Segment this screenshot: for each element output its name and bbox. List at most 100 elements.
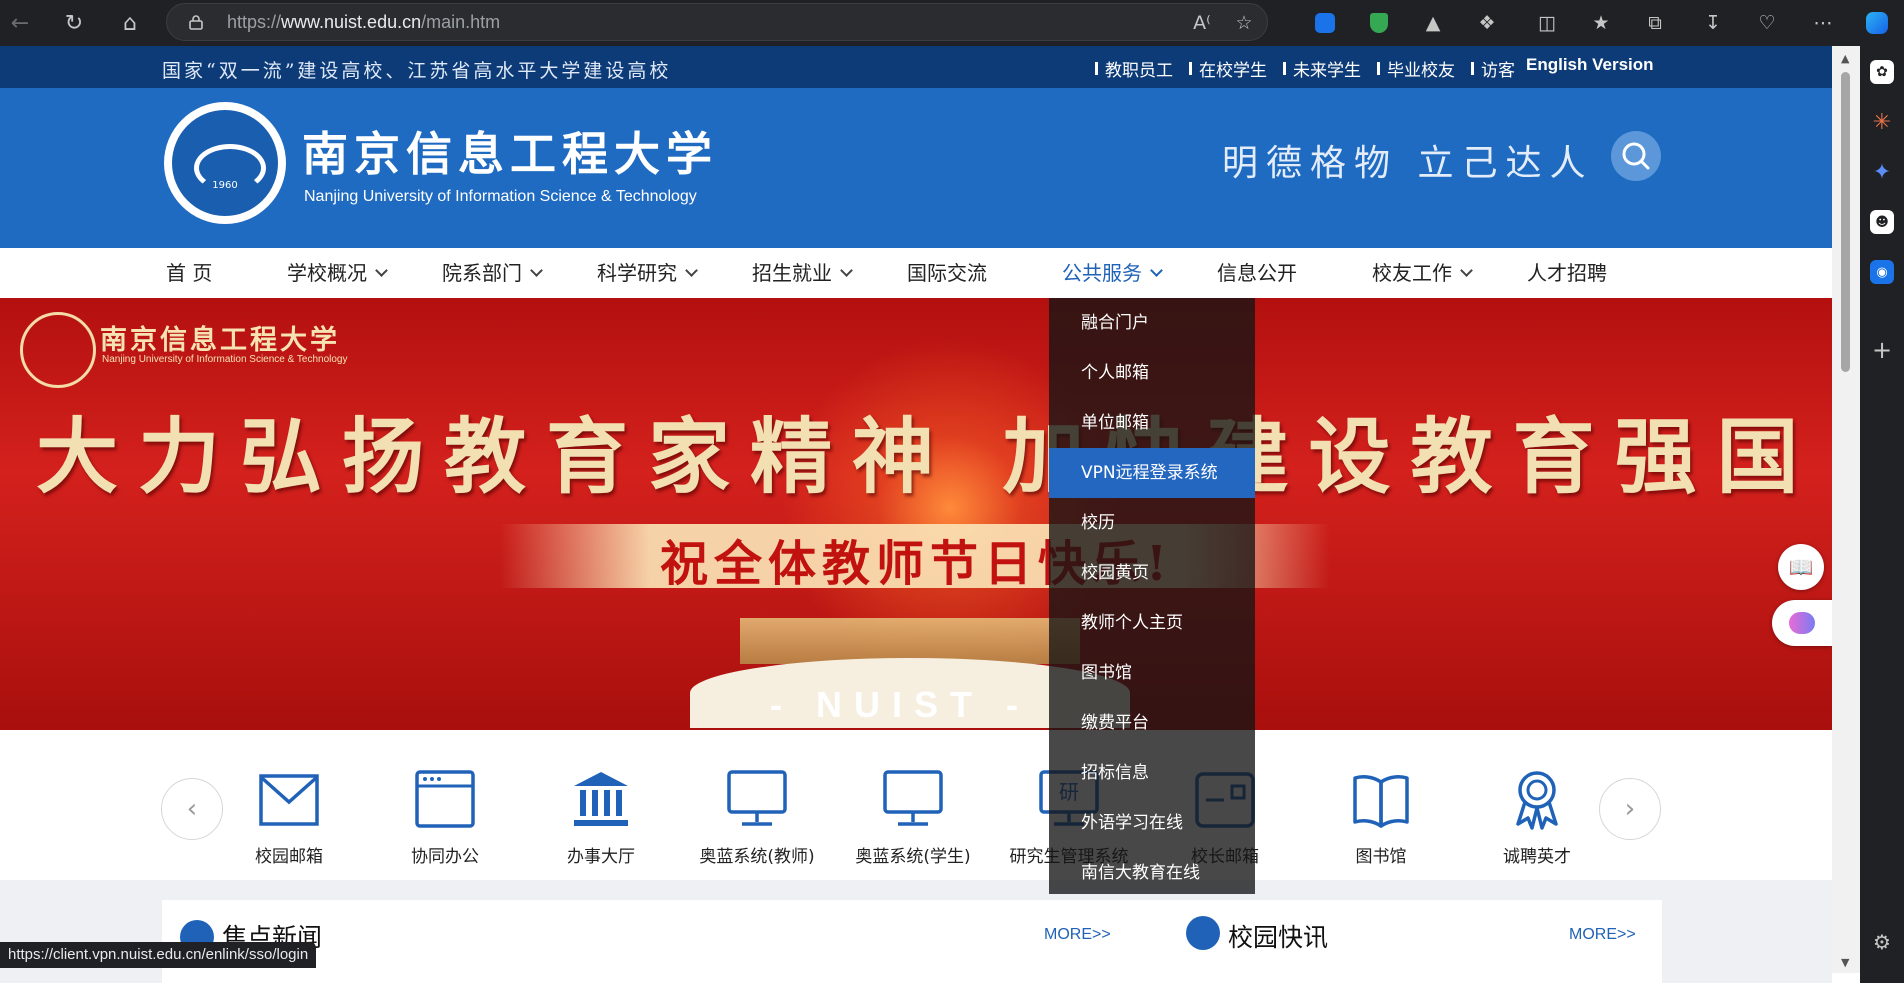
chevron-down-icon xyxy=(840,264,853,277)
browser-sidebar: ✿ ✳ ✦ ☻ ◉ + ⚙ xyxy=(1860,46,1904,983)
shield-extension-icon[interactable] xyxy=(1362,6,1396,40)
split-screen-icon[interactable]: ◫ xyxy=(1530,6,1564,40)
search-icon xyxy=(1622,142,1650,170)
dropdown-item[interactable]: 个人邮箱 xyxy=(1049,348,1255,398)
address-bar[interactable]: https://www.nuist.edu.cn/main.htm A⁽ ☆ xyxy=(166,3,1268,41)
browser-window-icon xyxy=(415,770,475,828)
dropdown-item[interactable]: 校园黄页 xyxy=(1049,548,1255,598)
quick-link-office[interactable]: 协同办公 xyxy=(370,768,520,867)
top-link[interactable]: 未来学生 xyxy=(1283,56,1361,81)
main-nav: 首 页 学校概况 院系部门 科学研究 招生就业 国际交流 公共服务 信息公开 校… xyxy=(0,248,1832,298)
banner-logo-en: Nanjing University of Information Scienc… xyxy=(102,354,348,365)
url-text[interactable]: https://www.nuist.edu.cn/main.htm xyxy=(227,12,500,33)
dropdown-item[interactable]: 单位邮箱 xyxy=(1049,398,1255,448)
top-link[interactable]: 毕业校友 xyxy=(1377,56,1455,81)
settings-gear-icon[interactable]: ⚙ xyxy=(1870,930,1894,954)
dropdown-item[interactable]: 融合门户 xyxy=(1049,298,1255,348)
favorites-icon[interactable]: ★ xyxy=(1584,6,1618,40)
quick-link-aolan-student[interactable]: 奥蓝系统(学生) xyxy=(838,768,988,867)
dropdown-item-vpn[interactable]: VPN远程登录系统 xyxy=(1049,448,1255,498)
top-link[interactable]: 教职员工 xyxy=(1095,56,1173,81)
quick-link-service-hall[interactable]: 办事大厅 xyxy=(526,768,676,867)
claude-icon[interactable]: ✳ xyxy=(1870,110,1894,135)
collections-icon[interactable]: ⧉ xyxy=(1638,6,1672,40)
hero-banner[interactable]: 南京信息工程大学 Nanjing University of Informati… xyxy=(0,298,1832,730)
read-aloud-icon[interactable]: A⁽ xyxy=(1189,10,1215,36)
dropdown-item[interactable]: 缴费平台 xyxy=(1049,698,1255,748)
scroll-up-icon[interactable]: ▲ xyxy=(1841,52,1849,65)
status-bar-url: https://client.vpn.nuist.edu.cn/enlink/s… xyxy=(0,942,317,968)
browser-essentials-icon[interactable]: ♡ xyxy=(1750,6,1784,40)
nav-public-services[interactable]: 公共服务 xyxy=(1062,248,1163,298)
nav-research[interactable]: 科学研究 xyxy=(597,248,698,298)
nav-departments[interactable]: 院系部门 xyxy=(442,248,543,298)
campus-news-title[interactable]: 校园快讯 xyxy=(1228,918,1328,954)
favorite-star-icon[interactable]: ☆ xyxy=(1231,10,1257,36)
browser-toolbar: ← ↻ ⌂ https://www.nuist.edu.cn/main.htm … xyxy=(0,0,1904,46)
scroll-thumb[interactable] xyxy=(1841,72,1850,372)
lock-icon[interactable] xyxy=(189,14,203,30)
university-logo[interactable]: 1960 xyxy=(164,102,286,224)
web-page: 国家“双一流”建设高校、江苏省高水平大学建设高校 教职员工 在校学生 未来学生 … xyxy=(0,46,1832,983)
chevron-down-icon xyxy=(1460,264,1473,277)
dropdown-item[interactable]: 南信大教育在线 xyxy=(1049,848,1255,898)
office-icon[interactable]: ◉ xyxy=(1870,260,1894,284)
dropdown-item[interactable]: 招标信息 xyxy=(1049,748,1255,798)
dropdown-item[interactable]: 外语学习在线 xyxy=(1049,798,1255,848)
page-scrollbar[interactable]: ▲ ▼ xyxy=(1832,46,1860,973)
assistant-icon[interactable]: ☻ xyxy=(1870,210,1894,234)
nav-info-disclosure[interactable]: 信息公开 xyxy=(1217,248,1297,298)
more-menu-icon[interactable]: ⋯ xyxy=(1806,6,1840,40)
chevron-down-icon xyxy=(375,264,388,277)
chevron-right-icon: › xyxy=(1624,794,1636,824)
chatgpt-icon[interactable]: ✿ xyxy=(1870,60,1894,84)
quick-link-library[interactable]: 图书馆 xyxy=(1306,768,1456,867)
campus-news-more-link[interactable]: MORE>> xyxy=(1569,926,1636,944)
triangle-extension-icon[interactable]: ▲ xyxy=(1416,6,1450,40)
english-version-link[interactable]: English Version xyxy=(1526,55,1654,75)
puzzle-extensions-icon[interactable]: ❖ xyxy=(1470,6,1504,40)
copilot-icon[interactable] xyxy=(1860,6,1894,40)
banner-tag: - NUIST - xyxy=(770,684,1030,725)
extension-blue-icon[interactable] xyxy=(1308,6,1342,40)
search-button[interactable] xyxy=(1611,131,1661,181)
quick-link-aolan-teacher[interactable]: 奥蓝系统(教师) xyxy=(682,768,832,867)
home-icon[interactable]: ⌂ xyxy=(114,7,146,39)
top-links: 教职员工 在校学生 未来学生 毕业校友 访客 xyxy=(1095,56,1531,81)
nav-alumni[interactable]: 校友工作 xyxy=(1372,248,1473,298)
top-link[interactable]: 访客 xyxy=(1471,56,1515,81)
monitor-icon xyxy=(883,770,943,826)
top-link[interactable]: 在校学生 xyxy=(1189,56,1267,81)
site-header: 1960 南京信息工程大学 Nanjing University of Info… xyxy=(0,88,1832,248)
dropdown-item[interactable]: 图书馆 xyxy=(1049,648,1255,698)
chevron-down-icon xyxy=(1150,264,1163,277)
university-name-cn[interactable]: 南京信息工程大学 xyxy=(302,118,718,184)
chevron-down-icon xyxy=(685,264,698,277)
dropdown-item[interactable]: 教师个人主页 xyxy=(1049,598,1255,648)
nav-home[interactable]: 首 页 xyxy=(166,248,212,298)
institution-icon xyxy=(574,772,628,826)
quick-link-careers[interactable]: 诚聘英才 xyxy=(1462,768,1612,867)
back-icon[interactable]: ← xyxy=(4,7,36,39)
downloads-icon[interactable]: ↧ xyxy=(1696,6,1730,40)
university-name-en[interactable]: Nanjing University of Information Scienc… xyxy=(304,188,697,206)
add-icon[interactable]: + xyxy=(1870,336,1894,364)
quick-links: ‹ 校园邮箱 协同办公 办事大厅 奥蓝系统(教师) 奥蓝系统(学生) 图书馆 诚… xyxy=(0,730,1832,880)
next-arrow-button[interactable]: › xyxy=(1599,778,1661,840)
reader-mode-icon[interactable]: 📖 xyxy=(1778,544,1824,590)
focus-news-more-link[interactable]: MORE>> xyxy=(1044,926,1111,944)
scroll-down-icon[interactable]: ▼ xyxy=(1841,956,1849,969)
public-services-dropdown: 融合门户 个人邮箱 单位邮箱 VPN远程登录系统 校历 校园黄页 教师个人主页 … xyxy=(1049,298,1255,894)
gemini-icon[interactable]: ✦ xyxy=(1870,160,1894,185)
nav-admissions[interactable]: 招生就业 xyxy=(752,248,853,298)
nav-about[interactable]: 学校概况 xyxy=(287,248,388,298)
quick-link-campus-mail[interactable]: 校园邮箱 xyxy=(214,768,364,867)
refresh-icon[interactable]: ↻ xyxy=(58,7,90,39)
ai-brain-icon[interactable] xyxy=(1772,600,1832,646)
motto: 明德格物 立己达人 xyxy=(1222,143,1594,184)
award-icon xyxy=(1516,771,1558,830)
book-icon xyxy=(1353,775,1409,828)
nav-international[interactable]: 国际交流 xyxy=(907,248,987,298)
dropdown-item[interactable]: 校历 xyxy=(1049,498,1255,548)
nav-recruitment[interactable]: 人才招聘 xyxy=(1527,248,1607,298)
